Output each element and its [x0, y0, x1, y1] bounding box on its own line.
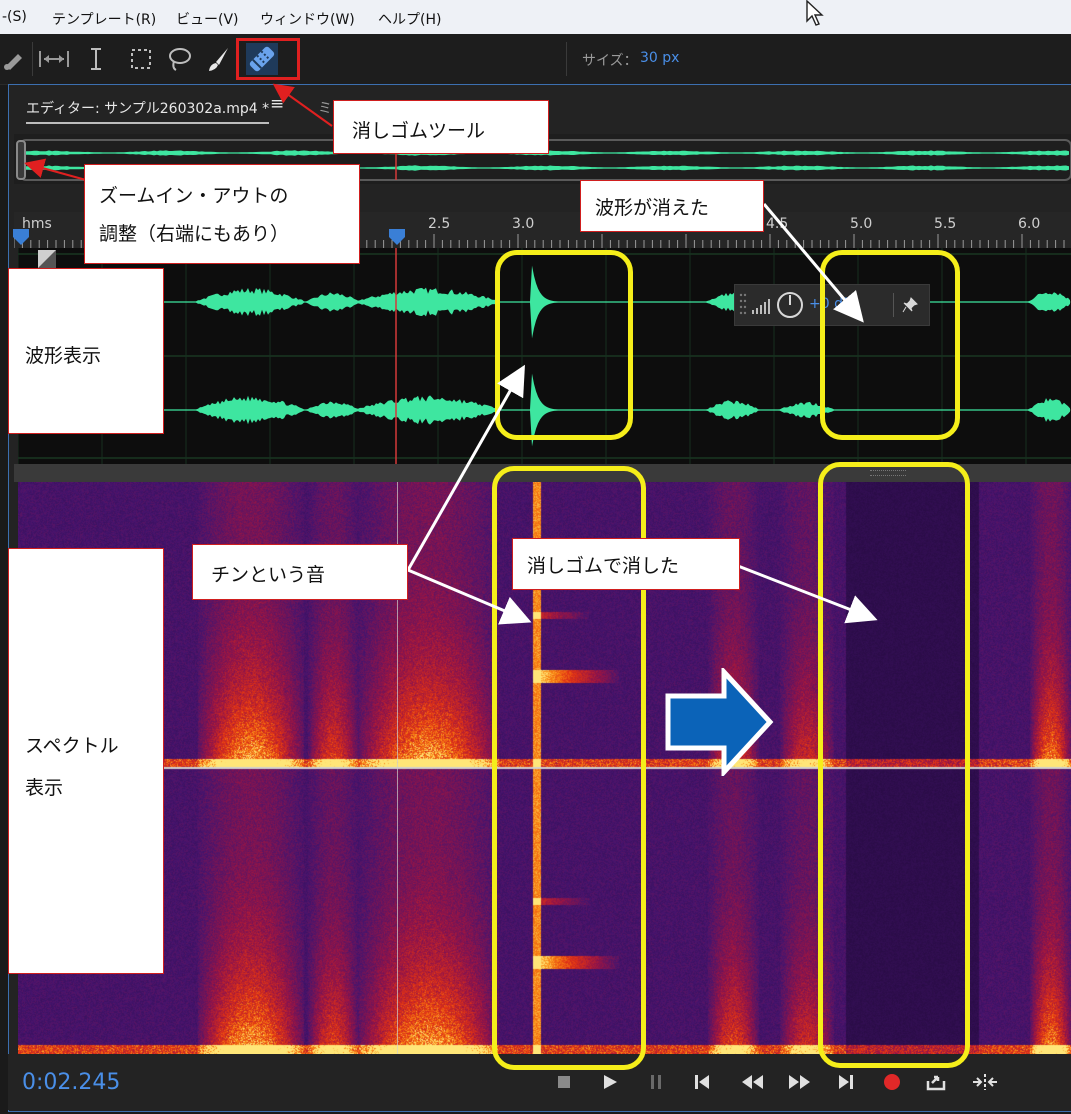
lasso-icon[interactable]	[164, 34, 194, 84]
playhead-marker[interactable]	[388, 228, 406, 246]
callout-eraser-tool: 消しゴムツール	[333, 100, 549, 154]
callout-zoom-line2: 調整（右端にもあり）	[99, 223, 290, 245]
menu-item-help[interactable]: ヘルプ(H)	[378, 9, 441, 29]
marquee-icon[interactable]	[126, 34, 156, 84]
pause-button[interactable]	[644, 1070, 668, 1094]
callout-waveform-view: 波形表示	[8, 268, 164, 434]
big-blue-arrow-icon	[665, 668, 774, 776]
callout-spectral-view: スペクトル 表示	[8, 548, 164, 974]
callout-waveform-gone: 波形が消えた	[580, 180, 764, 232]
tab-menu-icon[interactable]: ≡	[270, 94, 284, 114]
menu-item-window[interactable]: ウィンドウ(W)	[260, 9, 355, 29]
playhead-start-marker[interactable]	[12, 228, 30, 246]
size-label: サイズ：	[582, 53, 638, 69]
go-to-end-button[interactable]	[834, 1070, 858, 1094]
callout-zoom: ズームイン・アウトの 調整（右端にもあり）	[84, 164, 360, 264]
zoom-handle-left[interactable]	[16, 140, 26, 180]
size-value[interactable]: 30 px	[640, 50, 679, 66]
callout-zoom-line1: ズームイン・アウトの	[99, 185, 289, 207]
time-display: 0:02.245	[22, 1070, 121, 1095]
text-cursor-icon[interactable]	[84, 34, 108, 84]
eraser-icon[interactable]	[242, 34, 282, 84]
volume-knob-icon[interactable]	[775, 290, 805, 320]
menu-bar: -(S) テンプレート(R) ビュー(V) ウィンドウ(W) ヘルプ(H)	[0, 0, 1071, 34]
erased-waveform-highlight	[820, 250, 960, 440]
level-meter-icon	[752, 299, 770, 314]
channel-toggle-icon[interactable]	[38, 250, 56, 268]
callout-erased: 消しゴムで消した	[512, 538, 740, 590]
record-button[interactable]	[880, 1070, 904, 1094]
callout-spectral-line1: スペクトル	[25, 735, 119, 757]
tab-editor[interactable]: エディター: サンプル260302a.mp4 *	[26, 98, 270, 124]
callout-spectral-line2: 表示	[25, 777, 64, 799]
play-button[interactable]	[598, 1070, 622, 1094]
toolbar: サイズ： 30 px	[0, 34, 1071, 85]
callout-chime-sound: チンという音	[192, 544, 408, 600]
hud-grip-icon	[739, 293, 747, 315]
skip-selection-button[interactable]	[970, 1070, 1000, 1094]
brush-icon[interactable]	[204, 34, 234, 84]
loop-button[interactable]	[924, 1070, 948, 1094]
fast-forward-button[interactable]	[784, 1070, 814, 1094]
time-selection-icon[interactable]	[36, 34, 72, 84]
heal-icon[interactable]	[0, 34, 30, 84]
menu-item-view[interactable]: ビュー(V)	[176, 9, 239, 29]
chime-waveform-highlight	[495, 250, 633, 440]
rewind-button[interactable]	[738, 1070, 768, 1094]
erased-spectral-highlight	[818, 462, 970, 1068]
go-to-start-button[interactable]	[690, 1070, 714, 1094]
toolbar-separator	[32, 42, 33, 76]
toolbar-separator	[566, 42, 567, 76]
mouse-cursor-icon	[806, 0, 824, 26]
stop-button[interactable]	[552, 1070, 576, 1094]
menu-item-select[interactable]: -(S)	[2, 9, 27, 25]
menu-item-template[interactable]: テンプレート(R)	[52, 9, 156, 29]
